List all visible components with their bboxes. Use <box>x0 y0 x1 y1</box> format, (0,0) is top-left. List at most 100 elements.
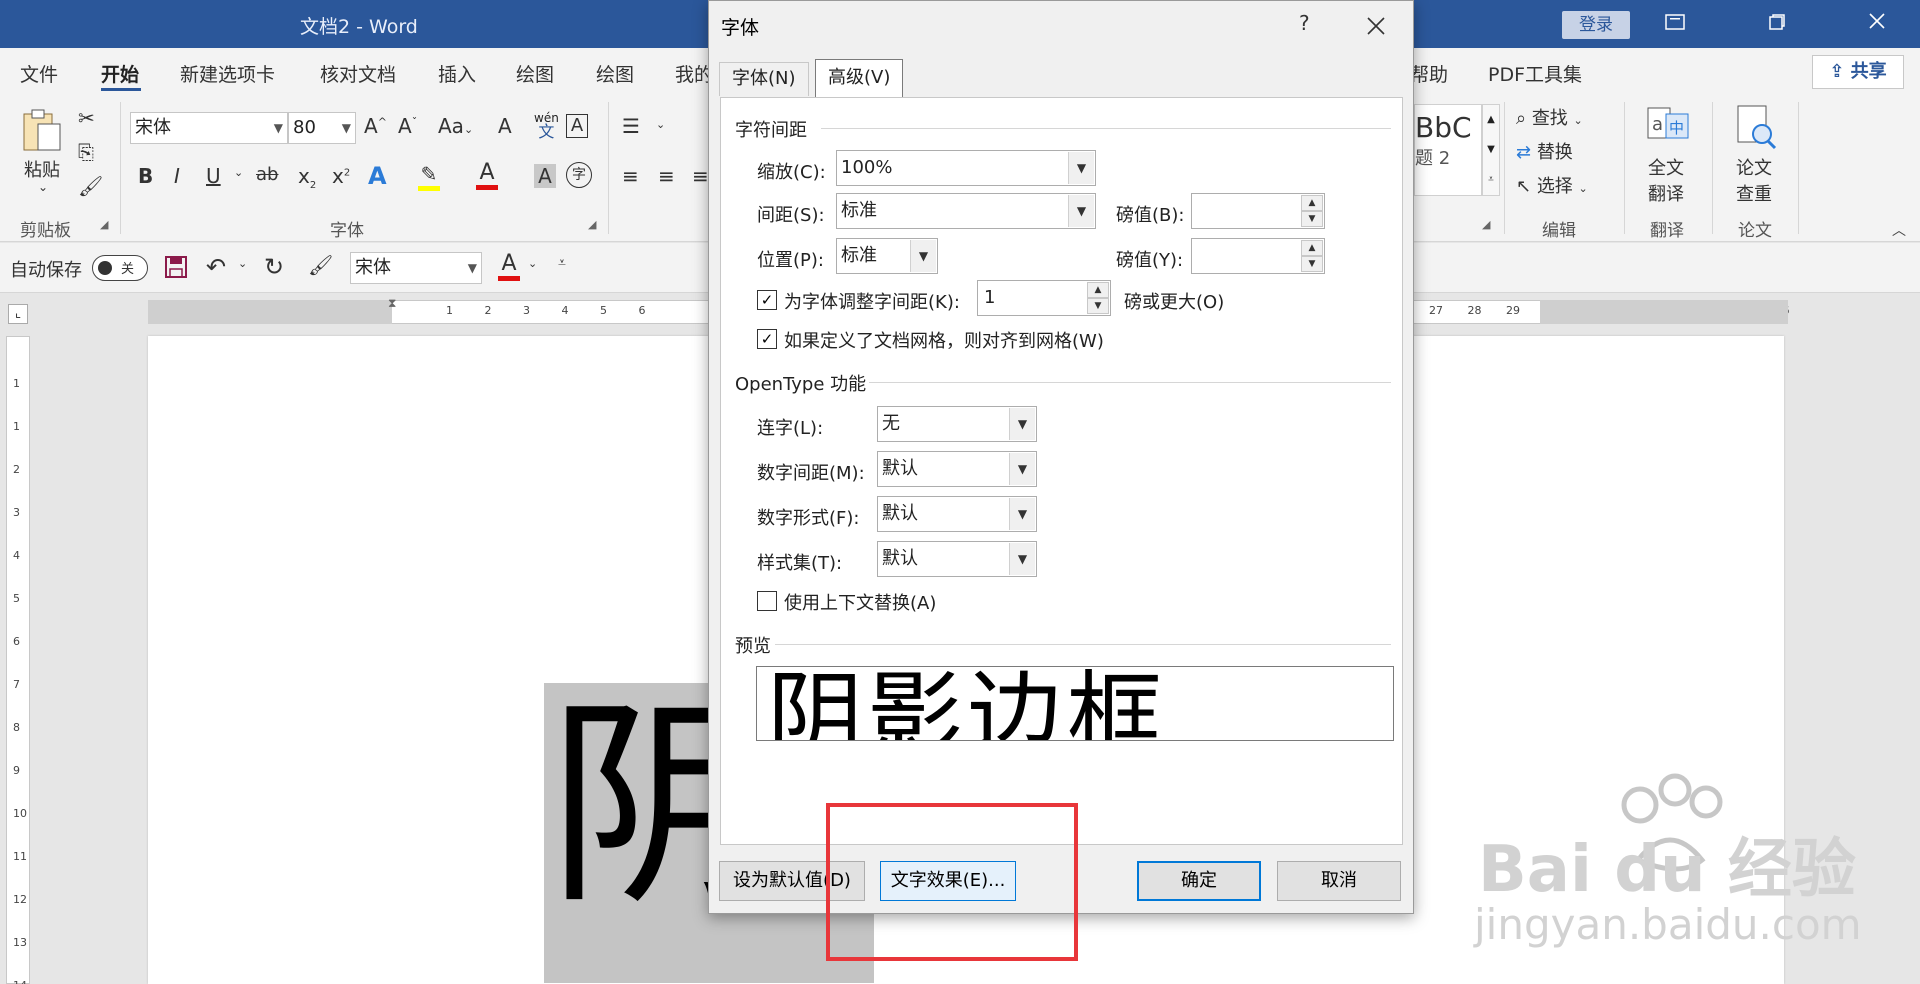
chevron-down-icon[interactable]: ⌄ <box>234 166 243 179</box>
underline-button[interactable]: U <box>206 164 221 188</box>
ok-button[interactable]: 确定 <box>1137 861 1261 901</box>
minimize-icon[interactable] <box>1762 10 1792 38</box>
spin-up-icon[interactable]: ▲ <box>1301 240 1323 256</box>
grow-font-icon[interactable]: A^ <box>364 114 387 138</box>
styles-launcher-icon[interactable]: ◢ <box>1482 218 1490 231</box>
kerning-spinner[interactable]: 1 ▲ ▼ <box>977 280 1111 316</box>
translate-icon[interactable]: a中 <box>1646 104 1690 153</box>
spacing-combo[interactable]: 标准 ▼ <box>836 193 1096 229</box>
position-pt-spinner[interactable]: ▲ ▼ <box>1191 238 1325 274</box>
align-left-icon[interactable]: ≡ <box>622 164 639 188</box>
thesis-check-button[interactable]: 论文 查重 <box>1736 154 1772 206</box>
scale-combo[interactable]: 100% ▼ <box>836 150 1096 186</box>
share-button[interactable]: ⇪ 共享 <box>1812 55 1904 89</box>
spin-down-icon[interactable]: ▼ <box>1301 211 1323 227</box>
qat-font-name-combo[interactable]: 宋体 ▼ <box>350 252 482 284</box>
clipboard-launcher-icon[interactable]: ◢ <box>100 218 108 231</box>
customize-qat-icon[interactable]: ⩡ <box>558 255 566 271</box>
bullets-icon[interactable]: ☰ <box>622 114 640 138</box>
chevron-down-icon[interactable]: ⌄ <box>238 257 247 270</box>
ruler-tick-label: 1 <box>13 420 20 433</box>
chevron-down-icon[interactable]: ⌄ <box>528 257 537 270</box>
spin-down-icon[interactable]: ▼ <box>1301 256 1323 272</box>
translate-button[interactable]: 全文 翻译 <box>1648 154 1684 206</box>
align-right-icon[interactable]: ≡ <box>692 164 709 188</box>
replace-button[interactable]: ⇄ 替换 <box>1516 138 1573 164</box>
change-case-button[interactable]: Aa⌄ <box>438 114 473 138</box>
spacing-pt-spinner[interactable]: ▲ ▼ <box>1191 193 1325 229</box>
tab-review-doc[interactable]: 核对文档 <box>320 60 396 87</box>
save-icon[interactable] <box>164 255 188 284</box>
dialog-tab-advanced[interactable]: 高级(V) <box>815 59 904 97</box>
thesis-check-icon[interactable] <box>1734 104 1778 155</box>
close-icon[interactable] <box>1862 10 1892 38</box>
autosave-toggle[interactable]: 关 <box>92 255 148 281</box>
superscript-button[interactable]: x2 <box>332 164 350 188</box>
tab-file[interactable]: 文件 <box>20 60 58 87</box>
tab-help[interactable]: 帮助 <box>1410 60 1448 87</box>
shrink-font-icon[interactable]: Aˇ <box>398 114 417 138</box>
undo-icon[interactable]: ↶ <box>206 253 226 281</box>
position-combo[interactable]: 标准 ▼ <box>836 238 938 274</box>
ribbon-font-name-combo[interactable]: 宋体 ▼ <box>130 112 288 144</box>
num-spacing-combo[interactable]: 默认 ▼ <box>877 451 1037 487</box>
format-painter-icon[interactable]: 🖌 <box>308 253 333 277</box>
stylistic-set-combo[interactable]: 默认 ▼ <box>877 541 1037 577</box>
collapse-ribbon-icon[interactable]: ︿ <box>1892 220 1906 240</box>
bold-button[interactable]: B <box>138 164 153 188</box>
tab-draw-2[interactable]: 绘图 <box>596 60 634 87</box>
dialog-tab-font[interactable]: 字体(N) <box>719 62 809 96</box>
tab-home[interactable]: 开始 <box>101 60 139 87</box>
copy-icon[interactable]: ⎘ <box>78 140 94 164</box>
text-effects-icon[interactable]: A <box>368 162 387 190</box>
num-forms-combo[interactable]: 默认 ▼ <box>877 496 1037 532</box>
spin-up-icon[interactable]: ▲ <box>1087 282 1109 298</box>
autosave-state: 关 <box>121 262 135 277</box>
ribbon-font-size-combo[interactable]: 80 ▼ <box>288 112 356 144</box>
editing-group-label: 编辑 <box>1542 221 1576 241</box>
cut-icon[interactable]: ✂ <box>78 106 95 130</box>
redo-icon[interactable]: ↻ <box>264 253 284 281</box>
spin-down-icon[interactable]: ▼ <box>1087 298 1109 314</box>
indent-marker-icon[interactable]: ⧗ <box>388 296 396 311</box>
styles-gallery[interactable]: BbC 题 2 <box>1414 104 1482 196</box>
tab-pdf-tools[interactable]: PDF工具集 <box>1488 60 1582 87</box>
grid-align-checkbox[interactable]: ✓ <box>757 329 777 349</box>
tab-insert[interactable]: 插入 <box>438 60 476 87</box>
chevron-down-icon[interactable]: ⌄ <box>656 118 665 131</box>
strikethrough-button[interactable]: ab <box>256 164 278 185</box>
cancel-button[interactable]: 取消 <box>1277 861 1401 901</box>
vertical-ruler[interactable]: 11234567891011121314 <box>6 336 30 984</box>
style-preview-sub: 题 2 <box>1415 148 1451 169</box>
italic-button[interactable]: I <box>174 164 180 188</box>
enclose-char-icon[interactable]: 字 <box>566 162 592 188</box>
phonetic-guide-button[interactable]: wén 文 <box>534 112 559 140</box>
align-center-icon[interactable]: ≡ <box>658 164 675 188</box>
tab-selector-icon[interactable]: ⌞ <box>8 304 28 324</box>
font-color-icon[interactable]: A <box>476 160 498 190</box>
tab-new[interactable]: 新建选项卡 <box>180 60 275 87</box>
select-button[interactable]: ↖ 选择 ⌄ <box>1516 172 1588 198</box>
font-color-icon[interactable]: A <box>498 251 520 281</box>
format-painter-icon[interactable]: 🖌 <box>78 174 103 198</box>
login-button[interactable]: 登录 <box>1562 11 1630 39</box>
help-icon[interactable]: ? <box>1299 11 1310 35</box>
kerning-checkbox[interactable]: ✓ <box>757 290 777 310</box>
spin-up-icon[interactable]: ▲ <box>1301 195 1323 211</box>
paste-icon[interactable] <box>20 106 64 159</box>
clear-format-icon[interactable]: A <box>498 114 512 138</box>
dialog-close-icon[interactable] <box>1365 7 1387 44</box>
ligatures-combo[interactable]: 无 ▼ <box>877 406 1037 442</box>
styles-scroll[interactable]: ▲ ▼ ⩡ <box>1482 104 1500 196</box>
restore-icon[interactable] <box>1660 10 1690 38</box>
find-button[interactable]: ⌕ 查找 ⌄ <box>1516 104 1583 130</box>
tab-draw-1[interactable]: 绘图 <box>516 60 554 87</box>
highlight-icon[interactable]: ✎ <box>418 162 440 191</box>
font-launcher-icon[interactable]: ◢ <box>588 218 596 231</box>
char-shading-icon[interactable]: A <box>534 164 556 188</box>
paste-chevron-icon[interactable]: ⌄ <box>38 180 48 194</box>
contextual-alternates-checkbox[interactable] <box>757 591 777 611</box>
subscript-button[interactable]: x2 <box>298 164 316 191</box>
paste-label[interactable]: 粘贴 <box>24 156 60 182</box>
char-border-icon[interactable]: A <box>566 114 588 138</box>
